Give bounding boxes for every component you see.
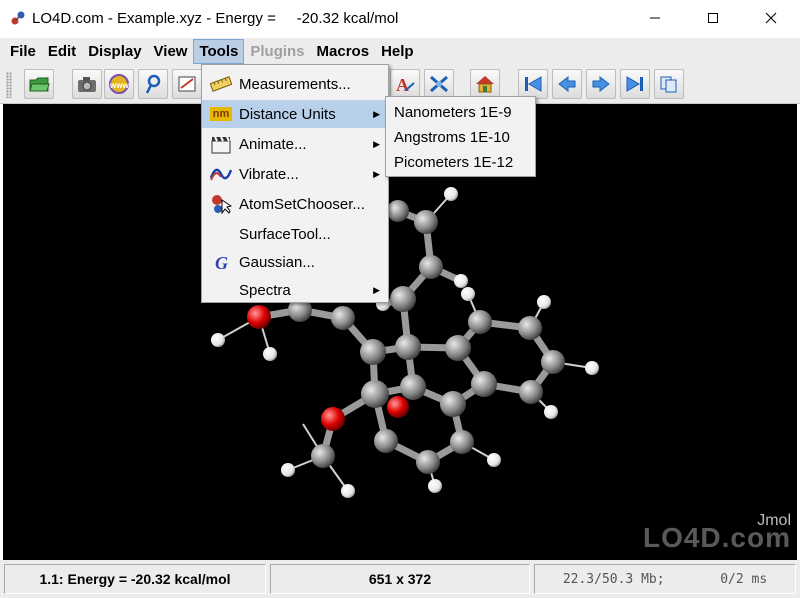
axes-button[interactable] bbox=[424, 69, 454, 99]
last-frame-button[interactable] bbox=[620, 69, 650, 99]
copy-frames-button[interactable] bbox=[654, 69, 684, 99]
ruler-icon bbox=[209, 74, 233, 94]
distance-units-submenu: Nanometers 1E-9 Angstroms 1E-10 Picomete… bbox=[385, 96, 536, 177]
tools-menu: Measurements... nm Distance Units ▶ Anim… bbox=[201, 64, 389, 303]
window-title: LO4D.com - Example.xyz - Energy = -20.32… bbox=[32, 9, 399, 27]
open-file-button[interactable] bbox=[24, 69, 54, 99]
editor-icon bbox=[178, 76, 196, 92]
script-icon bbox=[145, 74, 161, 94]
minimize-button[interactable] bbox=[626, 0, 684, 36]
menu-file[interactable]: File bbox=[4, 39, 42, 64]
clapper-icon bbox=[210, 134, 232, 154]
editor-button[interactable] bbox=[172, 69, 202, 99]
menu-gaussian[interactable]: G Gaussian... bbox=[202, 248, 388, 276]
script-button[interactable] bbox=[138, 69, 168, 99]
maximize-icon bbox=[708, 13, 718, 23]
menu-display[interactable]: Display bbox=[82, 39, 147, 64]
status-timing: 0/2 ms bbox=[720, 571, 768, 587]
maximize-button[interactable] bbox=[684, 0, 742, 36]
menu-animate[interactable]: Animate... ▶ bbox=[202, 130, 388, 158]
menu-tools[interactable]: Tools bbox=[193, 38, 245, 64]
close-button[interactable] bbox=[742, 0, 800, 36]
www-export-icon: www bbox=[109, 74, 129, 94]
menu-measurements[interactable]: Measurements... bbox=[202, 70, 388, 98]
toolbar-grip[interactable] bbox=[6, 72, 12, 98]
menu-distance-units[interactable]: nm Distance Units ▶ bbox=[202, 100, 388, 128]
minimize-icon bbox=[650, 17, 660, 19]
units-picometers[interactable]: Picometers 1E-12 bbox=[386, 149, 535, 175]
jmol-label: Jmol bbox=[757, 512, 791, 529]
status-energy: 1.1: Energy = -20.32 kcal/mol bbox=[4, 564, 266, 594]
menu-spectra[interactable]: Spectra ▶ bbox=[202, 276, 388, 304]
submenu-arrow-icon: ▶ bbox=[373, 138, 380, 149]
next-frame-button[interactable] bbox=[586, 69, 616, 99]
menu-vibrate[interactable]: Vibrate... ▶ bbox=[202, 160, 388, 188]
menu-help[interactable]: Help bbox=[375, 39, 420, 64]
open-folder-icon bbox=[29, 77, 50, 92]
last-frame-icon bbox=[626, 76, 643, 92]
first-frame-icon bbox=[525, 76, 542, 92]
menu-edit[interactable]: Edit bbox=[42, 39, 82, 64]
status-memory: 22.3/50.3 Mb; bbox=[562, 571, 665, 587]
close-icon bbox=[765, 12, 777, 24]
status-dimensions: 651 x 372 bbox=[270, 564, 530, 594]
first-frame-button[interactable] bbox=[518, 69, 548, 99]
menu-macros[interactable]: Macros bbox=[311, 39, 376, 64]
previous-frame-icon bbox=[558, 75, 576, 93]
svg-text:G: G bbox=[215, 253, 228, 272]
next-frame-icon bbox=[592, 75, 610, 93]
font-a-icon: A bbox=[396, 75, 415, 94]
wave-icon bbox=[209, 164, 233, 184]
submenu-arrow-icon: ▶ bbox=[373, 108, 380, 119]
status-bar: 1.1: Energy = -20.32 kcal/mol 651 x 372 … bbox=[0, 560, 800, 598]
submenu-arrow-icon: ▶ bbox=[373, 284, 380, 295]
home-icon bbox=[476, 76, 494, 93]
status-memory-panel: 22.3/50.3 Mb; 0/2 ms bbox=[534, 564, 796, 594]
export-image-button[interactable] bbox=[72, 69, 102, 99]
copy-frames-icon bbox=[660, 76, 677, 93]
nm-icon: nm bbox=[210, 107, 232, 121]
menu-atomsetchooser[interactable]: AtomSetChooser... bbox=[202, 190, 388, 218]
menu-bar: File Edit Display View Tools Plugins Mac… bbox=[0, 38, 800, 64]
menu-plugins[interactable]: Plugins bbox=[244, 39, 310, 64]
export-web-button[interactable]: www bbox=[104, 69, 134, 99]
units-angstroms[interactable]: Angstroms 1E-10 bbox=[386, 124, 535, 150]
font-button[interactable]: A bbox=[390, 69, 420, 99]
previous-frame-button[interactable] bbox=[552, 69, 582, 99]
gaussian-icon: G bbox=[210, 252, 232, 273]
menu-view[interactable]: View bbox=[148, 39, 194, 64]
svg-text:A: A bbox=[396, 75, 409, 94]
units-nanometers[interactable]: Nanometers 1E-9 bbox=[386, 99, 535, 125]
menu-surfacetool[interactable]: SurfaceTool... bbox=[202, 220, 388, 248]
camera-icon bbox=[78, 77, 96, 92]
submenu-arrow-icon: ▶ bbox=[373, 168, 380, 179]
atomset-icon bbox=[210, 194, 233, 215]
axes-icon bbox=[430, 75, 448, 93]
svg-text:www: www bbox=[109, 81, 129, 90]
home-button[interactable] bbox=[470, 69, 500, 99]
jmol-app-icon bbox=[10, 10, 26, 26]
oxygen-atoms bbox=[247, 305, 409, 431]
title-bar: LO4D.com - Example.xyz - Energy = -20.32… bbox=[0, 0, 800, 36]
